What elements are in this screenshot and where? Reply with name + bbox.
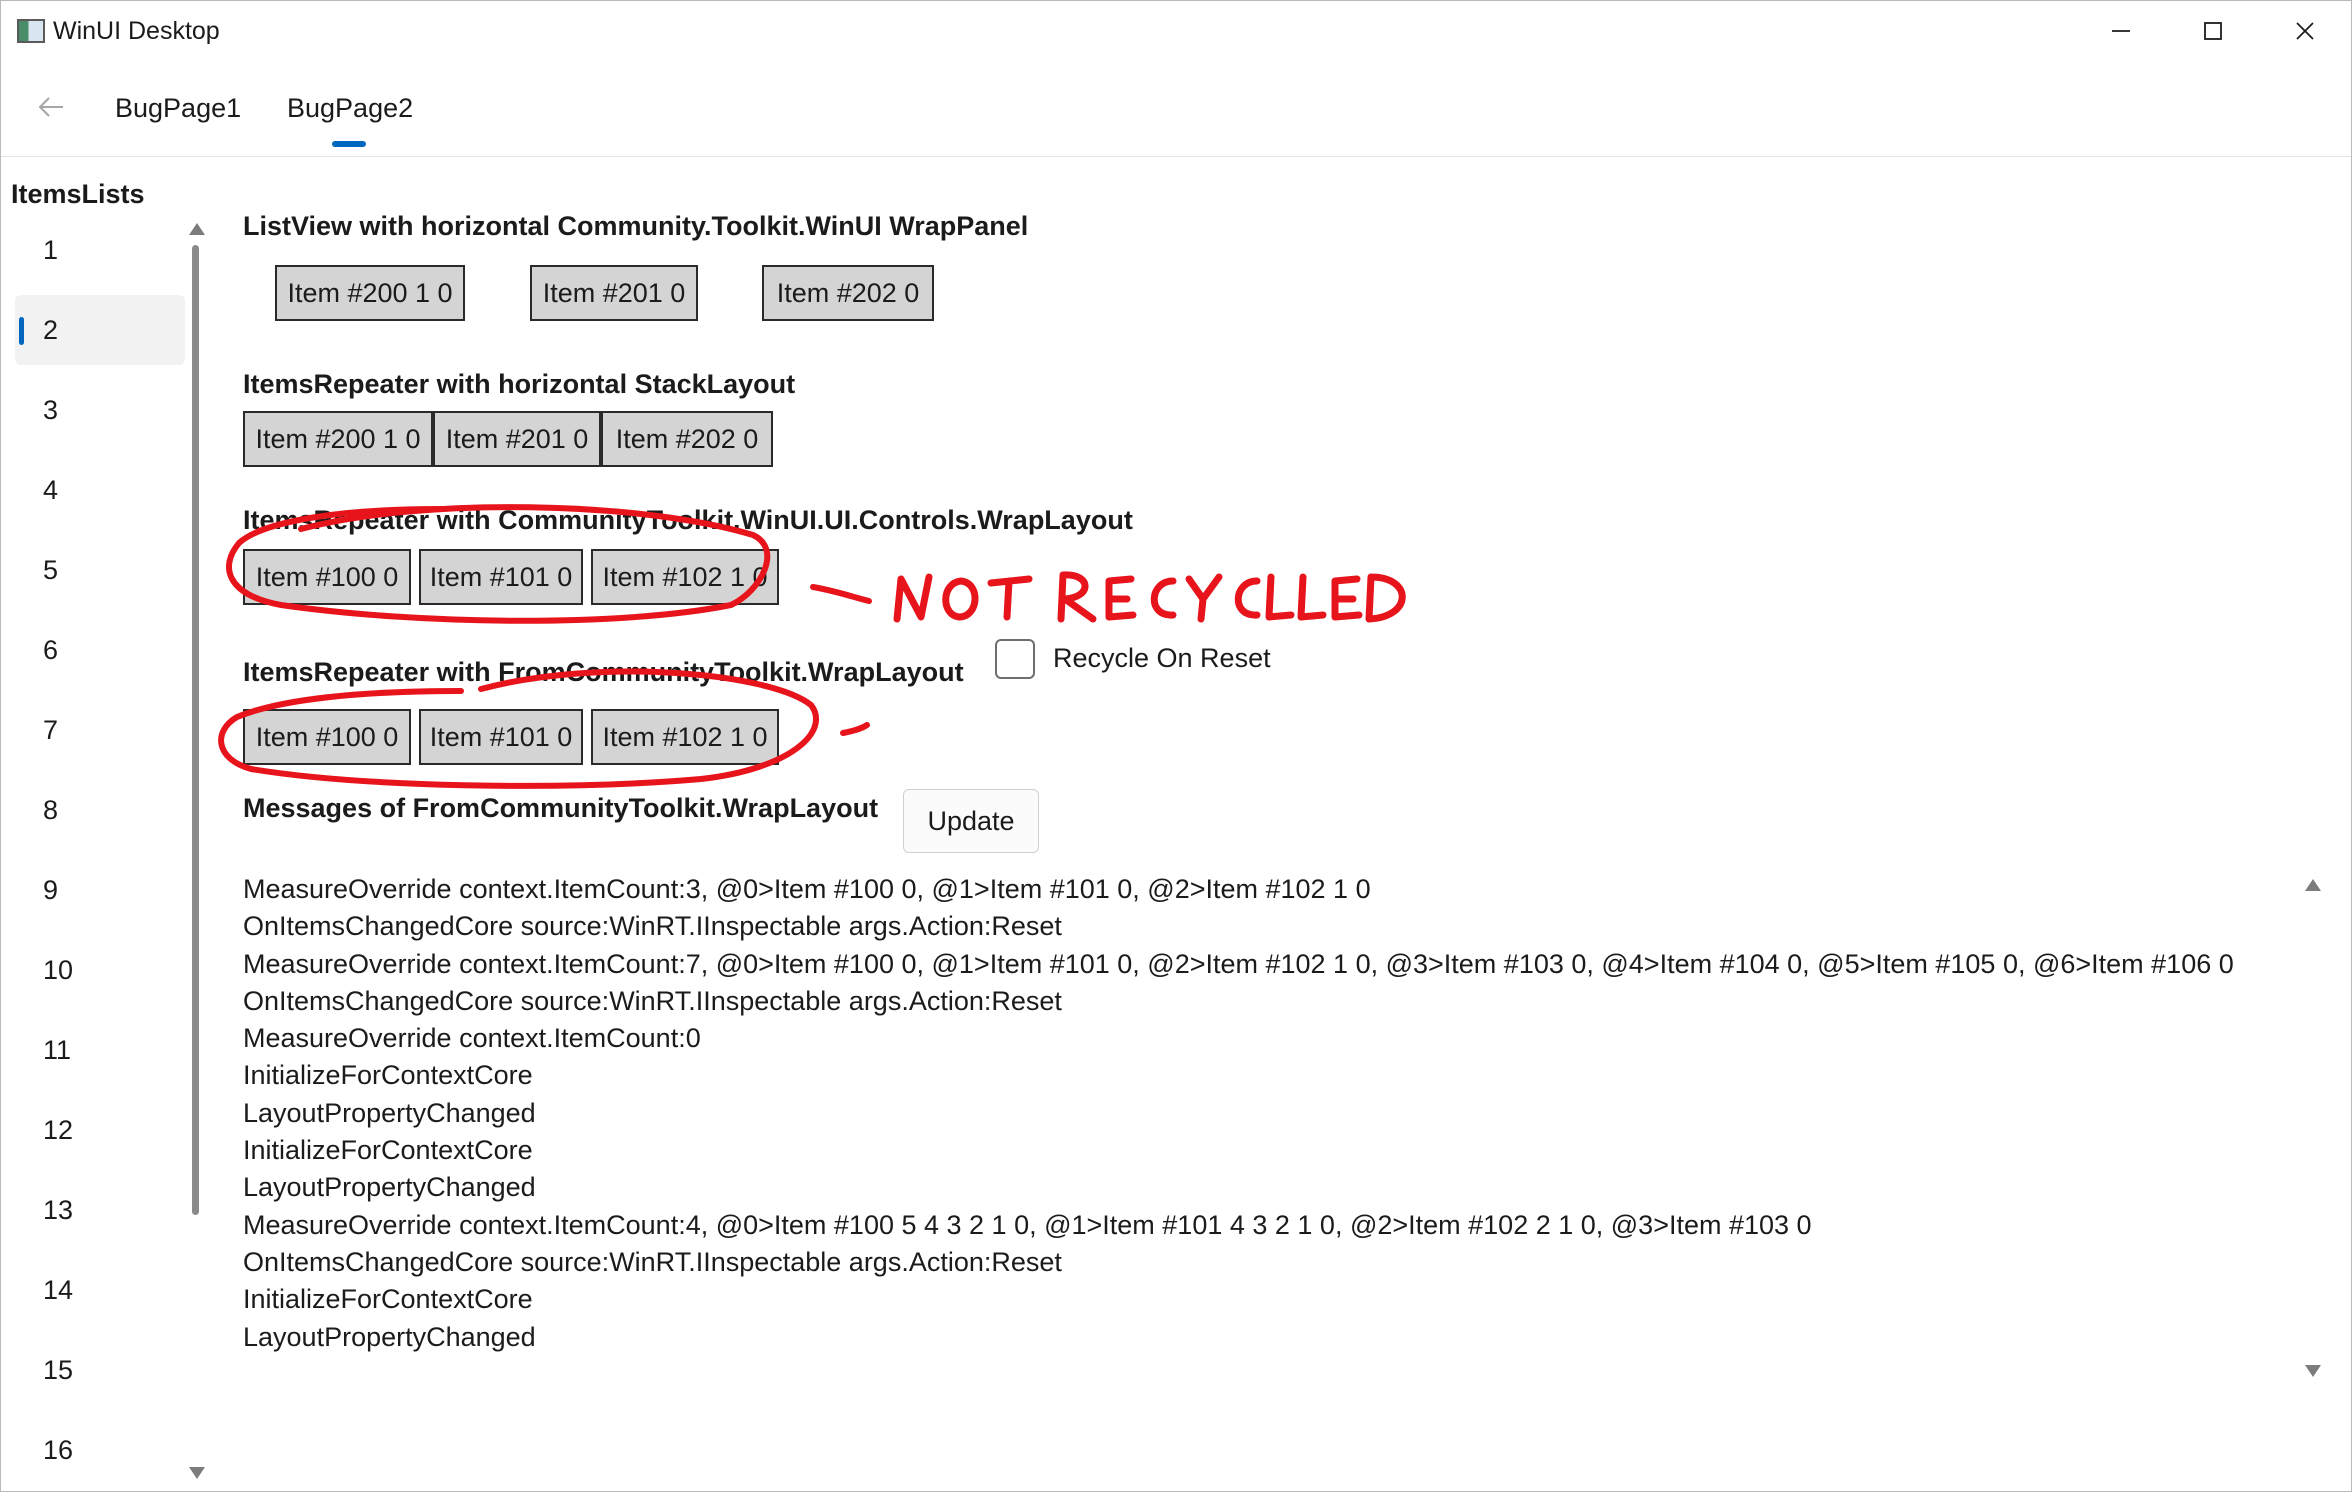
list-item[interactable]: 12 (15, 1095, 185, 1165)
listview-item[interactable]: Item #200 1 0 (275, 265, 465, 321)
items-lists-header: ItemsLists (11, 179, 145, 209)
update-button[interactable]: Update (903, 789, 1039, 853)
messages-section-title: Messages of FromCommunityToolkit.WrapLay… (243, 793, 879, 823)
not-recycled-scrawl (893, 571, 1406, 623)
minimize-icon (2112, 30, 2130, 32)
app-icon (17, 19, 45, 43)
tab-bugpage1[interactable]: BugPage1 (115, 93, 241, 124)
maximize-icon (2204, 22, 2222, 40)
title-bar: WinUI Desktop (1, 1, 2351, 63)
fromtoolkit-section-title: ItemsRepeater with FromCommunityToolkit.… (243, 657, 964, 687)
fromtoolkit-item[interactable]: Item #102 1 0 (591, 709, 779, 765)
recycle-on-reset-label[interactable]: Recycle On Reset (1053, 643, 1271, 674)
wraplayout-item[interactable]: Item #100 0 (243, 549, 411, 605)
log-line: MeasureOverride context.ItemCount:7, @0>… (243, 948, 2234, 979)
log-line: OnItemsChangedCore source:WinRT.IInspect… (243, 1246, 1062, 1277)
scroll-up-arrow-icon[interactable] (189, 223, 205, 235)
dash-stroke (810, 584, 872, 604)
dash-stroke (840, 722, 870, 736)
log-line: OnItemsChangedCore source:WinRT.IInspect… (243, 985, 1062, 1016)
stacklayout-item[interactable]: Item #200 1 0 (243, 411, 433, 467)
list-item[interactable]: 8 (15, 775, 185, 845)
items-list-scrollbar[interactable] (187, 219, 205, 1489)
scroll-thumb[interactable] (192, 245, 199, 1215)
wraplayout-item[interactable]: Item #102 1 0 (591, 549, 779, 605)
selection-indicator (19, 317, 24, 345)
app-window: WinUI Desktop BugPage1 BugPage2 ItemsLis… (0, 0, 2352, 1492)
fromtoolkit-item[interactable]: Item #100 0 (243, 709, 411, 765)
scroll-up-arrow-icon[interactable] (2305, 879, 2321, 891)
listview-item[interactable]: Item #202 0 (762, 265, 934, 321)
messages-log: MeasureOverride context.ItemCount:3, @0>… (243, 871, 2303, 1356)
list-item[interactable]: 5 (15, 535, 185, 605)
list-item[interactable]: 16 (15, 1415, 185, 1485)
window-title: WinUI Desktop (53, 17, 220, 45)
log-line: OnItemsChangedCore source:WinRT.IInspect… (243, 911, 1062, 942)
log-line: InitializeForContextCore (243, 1060, 533, 1091)
scroll-down-arrow-icon[interactable] (2305, 1365, 2321, 1377)
list-item[interactable]: 7 (15, 695, 185, 765)
stacklayout-section-title: ItemsRepeater with horizontal StackLayou… (243, 369, 796, 399)
list-item[interactable]: 9 (15, 855, 185, 925)
stacklayout-item[interactable]: Item #202 0 (601, 411, 773, 467)
log-line: InitializeForContextCore (243, 1135, 533, 1166)
list-item[interactable]: 10 (15, 935, 185, 1005)
log-line: MeasureOverride context.ItemCount:0 (243, 1023, 701, 1054)
wraplayout-item[interactable]: Item #101 0 (419, 549, 583, 605)
log-line: InitializeForContextCore (243, 1284, 533, 1315)
scroll-down-arrow-icon[interactable] (189, 1467, 205, 1479)
list-item[interactable]: 14 (15, 1255, 185, 1325)
log-line: MeasureOverride context.ItemCount:4, @0>… (243, 1209, 1812, 1240)
recycle-on-reset-checkbox[interactable] (995, 639, 1035, 679)
log-line: LayoutPropertyChanged (243, 1321, 536, 1352)
list-item[interactable]: 15 (15, 1335, 185, 1405)
fromtoolkit-item[interactable]: Item #101 0 (419, 709, 583, 765)
close-icon (2296, 22, 2314, 40)
list-item-selected[interactable]: 2 (15, 295, 185, 365)
wraplayout-section-title: ItemsRepeater with CommunityToolkit.WinU… (243, 505, 1133, 535)
list-item[interactable]: 11 (15, 1015, 185, 1085)
tab-bugpage2[interactable]: BugPage2 (287, 93, 413, 124)
maximize-button[interactable] (2167, 1, 2259, 61)
listview-section-title: ListView with horizontal Community.Toolk… (243, 211, 1029, 241)
messages-scrollbar[interactable] (2303, 875, 2323, 1385)
log-line: LayoutPropertyChanged (243, 1097, 536, 1128)
log-line: LayoutPropertyChanged (243, 1172, 536, 1203)
list-item[interactable]: 6 (15, 615, 185, 685)
navigation-bar: BugPage1 BugPage2 (1, 63, 2351, 157)
log-line: MeasureOverride context.ItemCount:3, @0>… (243, 874, 1371, 904)
minimize-button[interactable] (2075, 1, 2167, 61)
stacklayout-item[interactable]: Item #201 0 (433, 411, 601, 467)
list-item[interactable]: 13 (15, 1175, 185, 1245)
back-arrow-icon (38, 97, 63, 117)
list-item[interactable]: 3 (15, 375, 185, 445)
items-list: 1 2 3 4 5 6 7 8 9 10 11 12 13 14 15 16 (15, 221, 185, 1491)
selected-tab-indicator (332, 141, 366, 147)
list-item[interactable]: 1 (15, 221, 185, 285)
close-button[interactable] (2259, 1, 2351, 61)
listview-item[interactable]: Item #201 0 (530, 265, 698, 321)
list-item[interactable]: 4 (15, 455, 185, 525)
back-button[interactable] (27, 87, 75, 127)
